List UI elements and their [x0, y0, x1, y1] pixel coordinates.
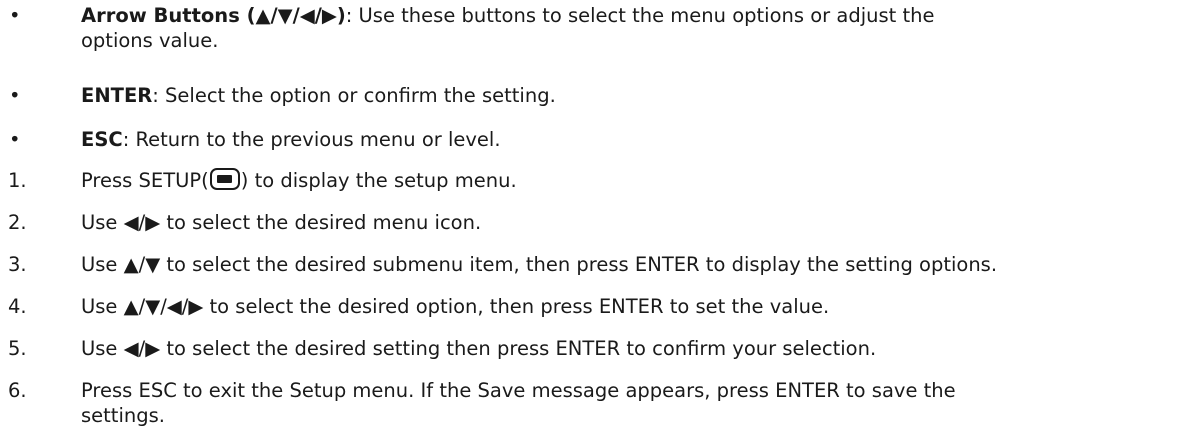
- bullet-description: : Return to the previous menu or level.: [122, 128, 501, 151]
- bullet-text: ESC: Return to the previous menu or leve…: [81, 127, 1181, 152]
- step-number: 6.: [8, 379, 27, 402]
- bullet-description-continued: options value.: [81, 29, 219, 52]
- step-text: Use ◀/▶ to select the desired setting th…: [81, 337, 877, 360]
- bullet-marker: •: [9, 128, 21, 151]
- step-text-line: Press ESC to exit the Setup menu. If the…: [81, 379, 956, 402]
- step-number: 5.: [8, 337, 27, 360]
- step-text: Use ▲/▼/◀/▶ to select the desired option…: [81, 295, 830, 318]
- step-number: 1.: [8, 169, 27, 192]
- bullet-term: ENTER: [81, 84, 153, 107]
- bullet-text: ENTER: Select the option or confirm the …: [81, 83, 1181, 108]
- bullet-marker: •: [9, 4, 21, 27]
- step-text-before-icon: Press SETUP(: [81, 169, 209, 192]
- step-number: 3.: [8, 253, 27, 276]
- step-text: Use ◀/▶ to select the desired menu icon.: [81, 211, 482, 234]
- setup-button-icon: [209, 168, 240, 190]
- step-text-line-continued: settings.: [81, 404, 165, 427]
- step-number: 2.: [8, 211, 27, 234]
- step-number: 4.: [8, 295, 27, 318]
- bullet-description: : Select the option or confirm the setti…: [152, 84, 556, 107]
- step-text: Press SETUP( ) to display the setup menu.: [81, 168, 1181, 193]
- bullet-description: : Use these buttons to select the menu o…: [345, 4, 935, 27]
- bullet-term: Arrow Buttons (▲/▼/◀/▶): [81, 4, 346, 27]
- step-text: Press ESC to exit the Setup menu. If the…: [81, 378, 1181, 428]
- step-text-after-icon: ) to display the setup menu.: [240, 169, 517, 192]
- bullet-term: ESC: [81, 128, 123, 151]
- bullet-text: Arrow Buttons (▲/▼/◀/▶): Use these butto…: [81, 3, 1181, 53]
- bullet-marker: •: [9, 84, 21, 107]
- step-text: Use ▲/▼ to select the desired submenu it…: [81, 253, 998, 276]
